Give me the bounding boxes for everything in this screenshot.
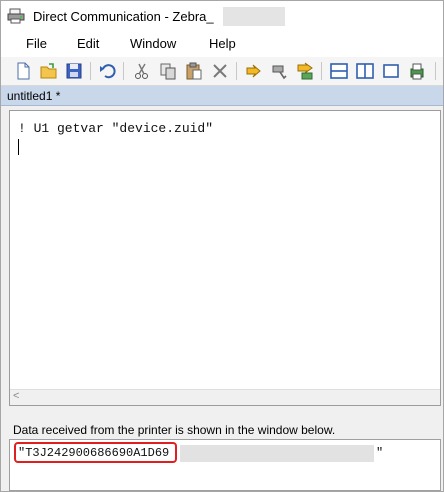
open-folder-icon[interactable] [39,61,59,81]
output-end-quote: " [376,446,384,460]
single-pane-icon[interactable] [381,61,401,81]
cut-icon[interactable] [132,61,152,81]
document-tab-title: untitled1 * [7,89,61,103]
toolbar-separator [321,62,322,80]
split-vertical-icon[interactable] [355,61,375,81]
toolbar-separator [123,62,124,80]
send-icon[interactable] [244,61,264,81]
pane-splitter[interactable] [1,408,443,414]
redacted-output [180,445,374,462]
receive-icon[interactable] [270,61,290,81]
menu-help[interactable]: Help [209,36,236,51]
app-window: Direct Communication - Zebra_ File Edit … [0,0,444,492]
command-editor[interactable]: ! U1 getvar "device.zuid" < [9,110,441,406]
horizontal-scrollbar[interactable]: < [10,389,440,405]
toolbar [1,57,443,86]
menu-file[interactable]: File [26,36,47,51]
toolbar-separator [90,62,91,80]
command-line: ! U1 getvar "device.zuid" [18,121,214,136]
output-pane[interactable]: "T3J242900686690A1D69 " [9,439,441,491]
copy-icon[interactable] [158,61,178,81]
paste-icon[interactable] [184,61,204,81]
toolbar-separator [435,62,436,80]
undo-icon[interactable] [97,61,117,81]
save-icon[interactable] [64,61,84,81]
menu-window[interactable]: Window [130,36,176,51]
title-bar[interactable]: Direct Communication - Zebra_ [1,1,443,31]
scroll-left-arrow-icon[interactable]: < [13,390,19,402]
redacted-model-name [223,7,285,26]
toolbar-separator [236,62,237,80]
split-horizontal-icon[interactable] [329,61,349,81]
send-file-icon[interactable] [295,61,315,81]
menu-bar: File Edit Window Help [1,31,443,57]
delete-icon[interactable] [210,61,230,81]
document-tab[interactable]: untitled1 * [1,86,443,106]
text-caret [18,139,19,155]
output-status-text: Data received from the printer is shown … [13,423,336,437]
window-title: Direct Communication - Zebra_ [33,9,214,24]
printer-app-icon [7,8,25,24]
menu-edit[interactable]: Edit [77,36,99,51]
new-file-icon[interactable] [13,61,33,81]
print-icon[interactable] [407,61,427,81]
output-value: "T3J242900686690A1D69 [18,446,170,460]
